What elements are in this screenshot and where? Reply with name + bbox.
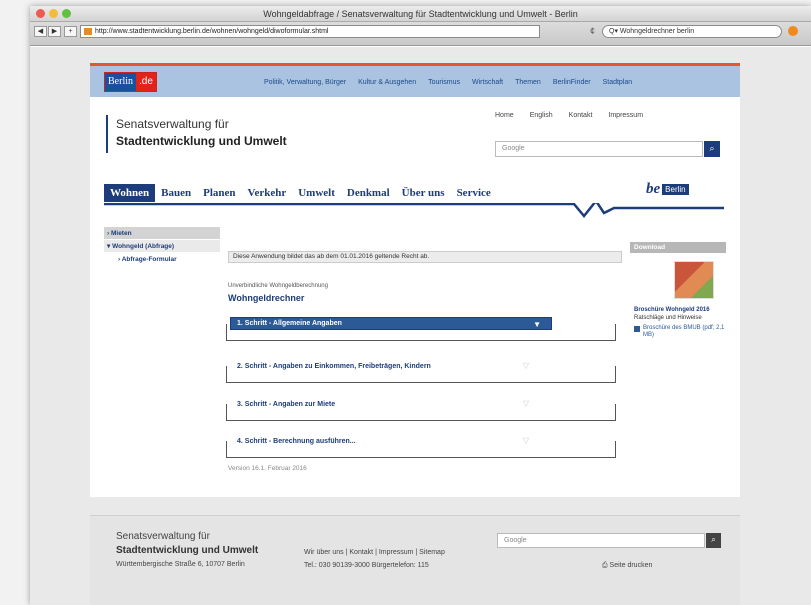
footer: Senatsverwaltung für Stadtentwicklung un… [90, 515, 740, 605]
search-icon: ⌕ [711, 535, 716, 544]
portal-nav-item[interactable]: Stadtplan [603, 79, 633, 86]
chevron-down-icon: ▽ [522, 361, 529, 370]
sidebar-item-abfrage-formular[interactable]: › Abfrage-Formular [104, 253, 220, 266]
calc-title: Wohngeldrechner [228, 293, 305, 303]
url-text: http://www.stadtentwicklung.berlin.de/wo… [95, 28, 329, 35]
browser-toolbar: ◀ ▶ + http://www.stadtentwicklung.berlin… [30, 22, 811, 46]
service-link-home[interactable]: Home [495, 112, 514, 119]
tab-wohnen[interactable]: Wohnen [104, 184, 156, 202]
chevron-down-icon: ▽ [522, 399, 529, 408]
step-3-box[interactable]: 3. Schritt - Angaben zur Miete ▽ [226, 398, 616, 421]
chevron-down-icon: ▽ [522, 436, 529, 445]
site-favicon-icon [84, 28, 92, 35]
browser-window: Wohngeldabfrage / Senatsverwaltung für S… [30, 6, 811, 605]
back-button[interactable]: ◀ [34, 26, 47, 37]
chevron-down-icon: ▼ [533, 320, 541, 329]
sidebar-item-mieten[interactable]: › Mieten [104, 227, 220, 240]
add-bookmark-button[interactable]: + [64, 26, 77, 37]
download-heading: Download [630, 242, 726, 253]
print-label: Seite drucken [609, 562, 653, 569]
sidebar-item-wohngeld[interactable]: ▾ Wohngeld (Abfrage) [104, 240, 220, 253]
service-link-kontakt[interactable]: Kontakt [569, 112, 593, 119]
tab-verkehr[interactable]: Verkehr [242, 184, 293, 202]
portal-nav-item[interactable]: Politik, Verwaltung, Bürger [264, 79, 346, 86]
org-name-line2: Stadtentwicklung und Umwelt [116, 134, 287, 148]
be-logo-badge: Berlin [662, 184, 689, 195]
sidebar: › Mieten ▾ Wohngeld (Abfrage) › Abfrage-… [104, 227, 220, 266]
browser-search-text: Wohngeldrechner berlin [619, 28, 695, 35]
printer-icon: ⎙ [602, 562, 610, 569]
tab-ueber-uns[interactable]: Über uns [396, 184, 451, 202]
footer-search-input[interactable]: Google [497, 533, 705, 548]
service-link-impressum[interactable]: Impressum [608, 112, 643, 119]
service-links: Home English Kontakt Impressum [495, 112, 643, 119]
window-title: Wohngeldabfrage / Senatsverwaltung für S… [263, 9, 578, 19]
logo-suffix: .de [136, 73, 156, 91]
tab-service[interactable]: Service [451, 184, 497, 202]
tab-planen[interactable]: Planen [197, 184, 241, 202]
nav-underline-wave [104, 203, 724, 218]
header-accent-bar [106, 115, 108, 153]
tab-umwelt[interactable]: Umwelt [292, 184, 341, 202]
address-bar[interactable]: http://www.stadtentwicklung.berlin.de/wo… [80, 25, 540, 38]
main-content: Senatsverwaltung für Stadtentwicklung un… [90, 97, 740, 497]
be-logo-text: be [646, 181, 661, 197]
portal-nav-item[interactable]: Kultur & Ausgehen [358, 79, 416, 86]
brochure-title: Broschüre Wohngeld 2016 [634, 307, 710, 313]
footer-phone: Tel.: 030 90139-3000 Bürgertelefon: 115 [304, 562, 429, 569]
calc-subtitle: Unverbindliche Wohngeldberechnung [228, 283, 328, 289]
service-link-english[interactable]: English [530, 112, 553, 119]
berlin-portal-banner: Berlin .de Politik, Verwaltung, Bürger K… [90, 63, 740, 97]
browser-search-icon: Q▾ [609, 28, 620, 35]
print-page-link[interactable]: ⎙ Seite drucken [602, 562, 652, 570]
forward-button[interactable]: ▶ [48, 26, 61, 37]
download-box: Download Broschüre Wohngeld 2016 Ratschl… [630, 242, 726, 339]
search-icon: ⌕ [709, 143, 715, 153]
site-search-input[interactable]: Google [495, 141, 703, 157]
brochure-thumbnail[interactable] [674, 261, 714, 299]
portal-nav: Politik, Verwaltung, Bürger Kultur & Aus… [264, 79, 632, 86]
title-bar: Wohngeldabfrage / Senatsverwaltung für S… [30, 6, 811, 22]
tab-denkmal[interactable]: Denkmal [341, 184, 396, 202]
brochure-download-link[interactable]: Broschüre des BMUB (pdf; 2,1 MB) [634, 325, 726, 339]
footer-address: Württembergische Straße 6, 10707 Berlin [116, 561, 245, 568]
step-4-label: 4. Schritt - Berechnung ausführen... [233, 435, 360, 449]
reload-icon[interactable]: ¢ [590, 26, 595, 36]
step-3-label: 3. Schritt - Angaben zur Miete [233, 398, 340, 412]
step-2-label: 2. Schritt - Angaben zu Einkommen, Freib… [233, 360, 435, 374]
footer-links[interactable]: Wir über uns | Kontakt | Impressum | Sit… [304, 549, 445, 556]
footer-org-line2: Stadtentwicklung und Umwelt [116, 545, 259, 556]
portal-nav-item[interactable]: Themen [515, 79, 541, 86]
portal-nav-item[interactable]: BerlinFinder [553, 79, 591, 86]
law-notice: Diese Anwendung bildet das ab dem 01.01.… [228, 251, 622, 263]
main-nav: Wohnen Bauen Planen Verkehr Umwelt Denkm… [104, 184, 497, 202]
brochure-subtitle: Ratschläge und Hinweise [634, 315, 702, 321]
footer-org-line1: Senatsverwaltung für [116, 531, 210, 542]
portal-nav-item[interactable]: Wirtschaft [472, 79, 503, 86]
step-4-box[interactable]: 4. Schritt - Berechnung ausführen... ▽ [226, 435, 616, 458]
org-name-line1: Senatsverwaltung für [116, 117, 229, 131]
step-1-label: 1. Schritt - Allgemeine Angaben [237, 320, 342, 327]
logo-text: Berlin [105, 73, 136, 91]
footer-search-button[interactable]: ⌕ [706, 533, 721, 548]
step-1-header[interactable]: 1. Schritt - Allgemeine Angaben ▼ [230, 317, 552, 330]
tab-bauen[interactable]: Bauen [155, 184, 197, 202]
rss-icon[interactable] [788, 26, 798, 36]
step-2-box[interactable]: 2. Schritt - Angaben zu Einkommen, Freib… [226, 360, 616, 383]
be-berlin-logo[interactable]: be Berlin [646, 181, 689, 198]
site-search-button[interactable]: ⌕ [704, 141, 720, 157]
portal-nav-item[interactable]: Tourismus [428, 79, 460, 86]
berlin-de-logo[interactable]: Berlin .de [104, 72, 157, 92]
browser-search-field[interactable]: Q▾ Wohngeldrechner berlin [602, 25, 782, 38]
version-info: Version 16.1, Februar 2016 [228, 465, 307, 472]
web-page: Berlin .de Politik, Verwaltung, Bürger K… [30, 47, 811, 605]
